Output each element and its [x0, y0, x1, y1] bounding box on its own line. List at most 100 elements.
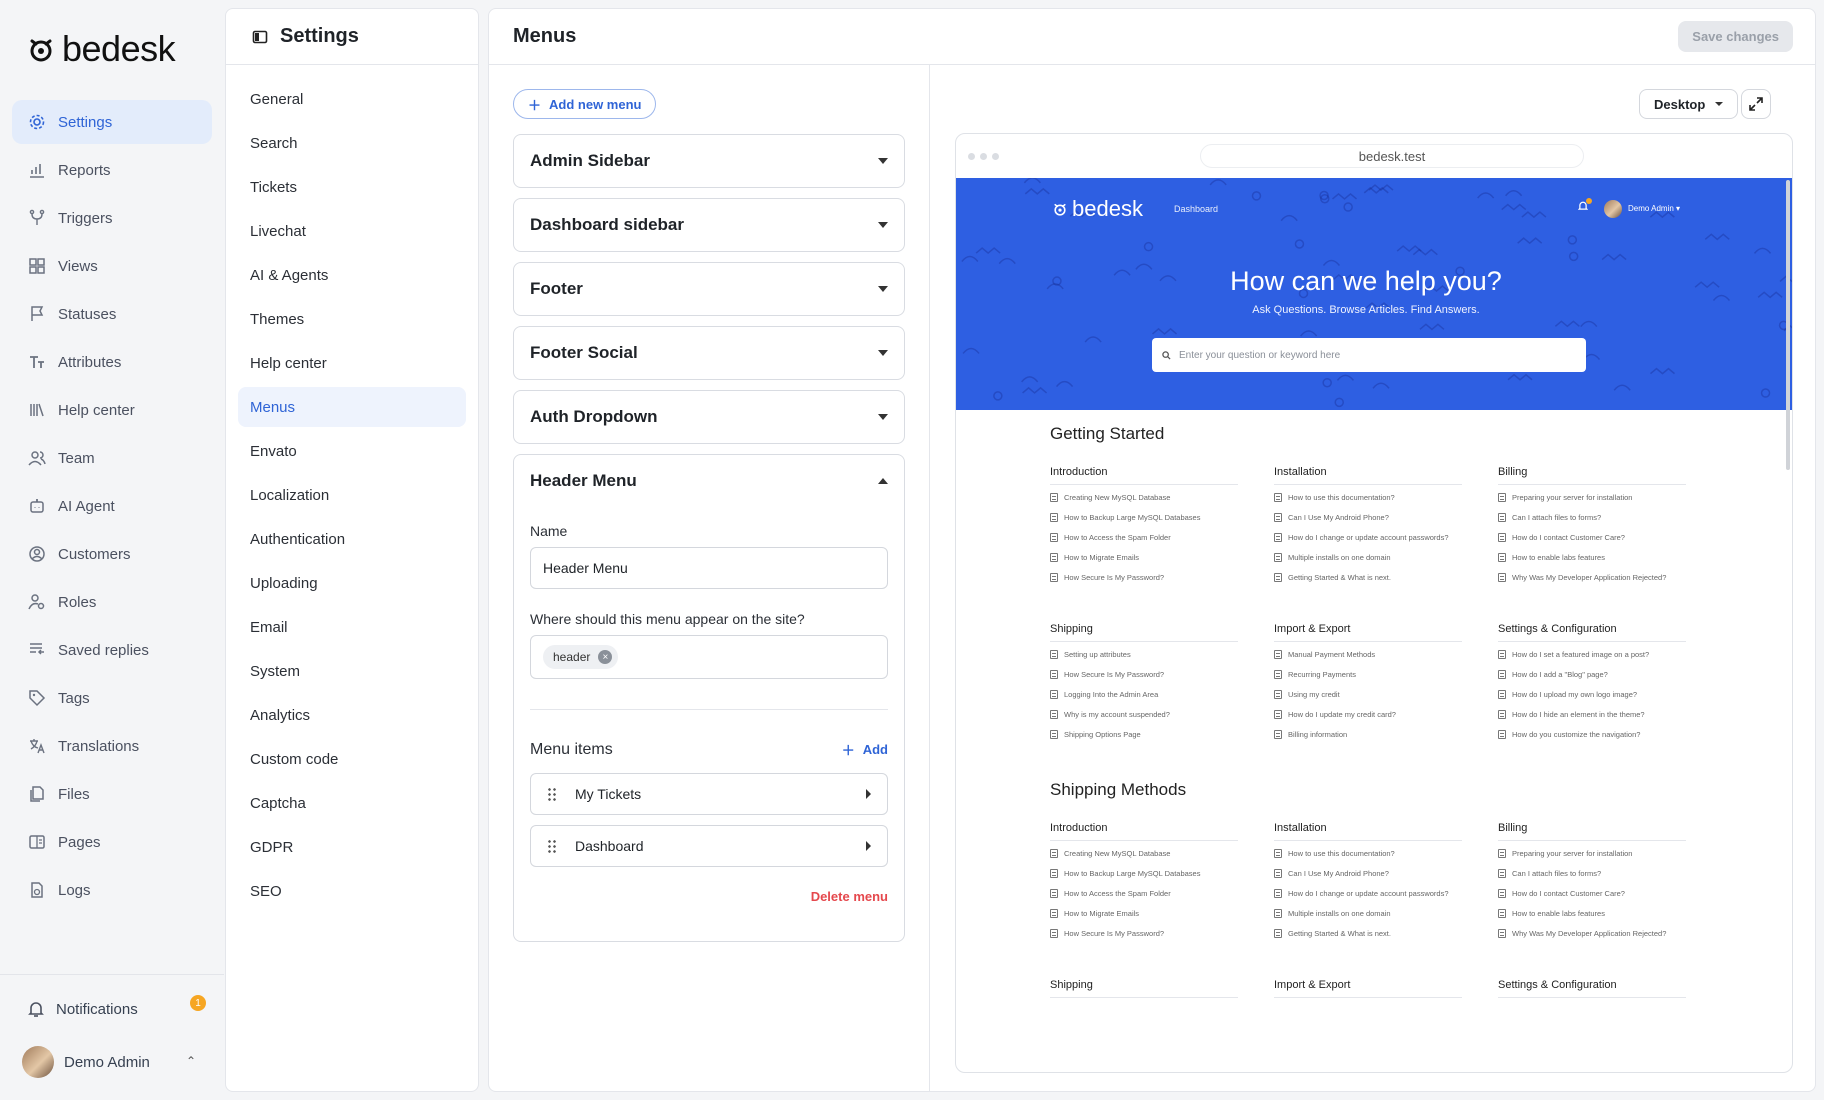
document-icon: [1274, 650, 1282, 659]
drag-handle-icon[interactable]: [547, 839, 557, 853]
settings-item-analytics[interactable]: Analytics: [238, 695, 466, 735]
accordion-header[interactable]: Auth Dropdown: [514, 391, 904, 443]
settings-item-custom-code[interactable]: Custom code: [238, 739, 466, 779]
document-icon: [1274, 670, 1282, 679]
settings-item-seo[interactable]: SEO: [238, 871, 466, 911]
sidebar-item-settings[interactable]: Settings: [12, 100, 212, 144]
sidebar-item-roles[interactable]: Roles: [12, 580, 212, 624]
user-menu[interactable]: Demo Admin: [22, 1046, 150, 1078]
position-select[interactable]: header ×: [530, 635, 888, 679]
article-link: Why Was My Developer Application Rejecte…: [1498, 573, 1686, 583]
settings-item-ai-agents[interactable]: AI & Agents: [238, 255, 466, 295]
settings-item-system[interactable]: System: [238, 651, 466, 691]
settings-item-envato[interactable]: Envato: [238, 431, 466, 471]
article-link: Using my credit: [1274, 690, 1462, 700]
menu-accordion-auth-dropdown[interactable]: Auth Dropdown: [513, 390, 905, 444]
sidebar-item-statuses[interactable]: Statuses: [12, 292, 212, 336]
menus-editor: ＋ Add new menu Admin Sidebar Dashboard si…: [489, 65, 930, 1091]
accordion-header[interactable]: Footer Social: [514, 327, 904, 379]
accordion-header[interactable]: Admin Sidebar: [514, 135, 904, 187]
article-link: How to Backup Large MySQL Databases: [1050, 869, 1238, 879]
menu-title: Header Menu: [530, 471, 637, 490]
sidebar-item-attributes[interactable]: Attributes: [12, 340, 212, 384]
accordion-header[interactable]: Dashboard sidebar: [514, 199, 904, 251]
brand-logo[interactable]: bedesk: [26, 28, 176, 70]
sidebar-item-views[interactable]: Views: [12, 244, 212, 288]
accordion-header[interactable]: Footer: [514, 263, 904, 315]
preview-user-name: Demo Admin ▾: [1628, 204, 1681, 213]
delete-menu-button[interactable]: Delete menu: [530, 889, 888, 904]
notifications-link[interactable]: Notifications: [28, 1000, 208, 1018]
sidebar-item-label: Views: [58, 257, 98, 275]
menu-accordion-footer[interactable]: Footer: [513, 262, 905, 316]
sidebar-item-tags[interactable]: Tags: [12, 676, 212, 720]
document-icon: [1050, 869, 1058, 878]
document-icon: [1050, 849, 1058, 858]
menu-accordion-footer-social[interactable]: Footer Social: [513, 326, 905, 380]
sidebar-item-files[interactable]: Files: [12, 772, 212, 816]
chevron-up-icon[interactable]: ⌃: [186, 1054, 196, 1068]
article-link: How do I contact Customer Care?: [1498, 533, 1686, 543]
menu-name-input[interactable]: Header Menu: [530, 547, 888, 589]
accordion-header[interactable]: Header Menu: [514, 455, 904, 507]
fullscreen-button[interactable]: [1741, 89, 1771, 119]
divider: [530, 709, 888, 710]
sidebar-item-triggers[interactable]: Triggers: [12, 196, 212, 240]
document-icon: [1498, 573, 1506, 582]
sidebar-item-ai-agent[interactable]: AI Agent: [12, 484, 212, 528]
article-title: How do I update my credit card?: [1288, 710, 1396, 719]
preview-category-grid: Shipping Import & Export Settings & Config…: [1050, 979, 1690, 1006]
settings-item-tickets[interactable]: Tickets: [238, 167, 466, 207]
preview-content: Getting Started Introduction Creating New …: [1050, 424, 1690, 1036]
article-title: Multiple installs on one domain: [1288, 909, 1391, 918]
add-menu-item-button[interactable]: ＋ Add: [842, 740, 888, 759]
add-new-menu-button[interactable]: ＋ Add new menu: [513, 89, 657, 119]
article-title: How do I set a featured image on a post?: [1512, 650, 1650, 659]
settings-item-captcha[interactable]: Captcha: [238, 783, 466, 823]
sidebar-item-translations[interactable]: Translations: [12, 724, 212, 768]
menu-accordion-admin-sidebar[interactable]: Admin Sidebar: [513, 134, 905, 188]
sidebar-item-logs[interactable]: Logs: [12, 868, 212, 912]
document-icon: [1274, 909, 1282, 918]
document-icon: [1498, 690, 1506, 699]
add-menu-item-label: Add: [862, 742, 888, 757]
sidebar-item-reports[interactable]: Reports: [12, 148, 212, 192]
sidebar-item-customers[interactable]: Customers: [12, 532, 212, 576]
sidebar-item-pages[interactable]: Pages: [12, 820, 212, 864]
category-title: Settings & Configuration: [1498, 623, 1686, 642]
article-link: Multiple installs on one domain: [1274, 909, 1462, 919]
article-link: How do I set a featured image on a post?: [1498, 650, 1686, 660]
settings-item-help-center[interactable]: Help center: [238, 343, 466, 383]
bedesk-logo-icon: [1054, 203, 1066, 216]
device-label: Desktop: [1654, 96, 1706, 112]
nav-footer-divider: [0, 974, 224, 975]
document-icon: [1050, 533, 1058, 542]
sidebar-toggle-icon[interactable]: [252, 29, 268, 45]
menu-accordion-dashboard-sidebar[interactable]: Dashboard sidebar: [513, 198, 905, 252]
sidebar-item-help-center[interactable]: Help center: [12, 388, 212, 432]
article-link: How to Migrate Emails: [1050, 553, 1238, 563]
menu-item-row[interactable]: My Tickets: [530, 773, 888, 815]
device-select[interactable]: Desktop: [1639, 89, 1739, 119]
save-changes-button[interactable]: Save changes: [1678, 21, 1793, 52]
settings-item-localization[interactable]: Localization: [238, 475, 466, 515]
sidebar-item-saved-replies[interactable]: Saved replies: [12, 628, 212, 672]
menu-item-row[interactable]: Dashboard: [530, 825, 888, 867]
article-title: How to use this documentation?: [1288, 493, 1395, 502]
remove-tag-icon[interactable]: ×: [598, 650, 613, 664]
sidebar-item-team[interactable]: Team: [12, 436, 212, 480]
settings-item-search[interactable]: Search: [238, 123, 466, 163]
sidebar-item-label: Triggers: [58, 209, 113, 227]
menu-items-label: Menu items: [530, 740, 613, 758]
settings-item-general[interactable]: General: [238, 79, 466, 119]
preview-scrollbar: [1786, 180, 1790, 470]
settings-item-authentication[interactable]: Authentication: [238, 519, 466, 559]
notifications-label: Notifications: [56, 1000, 138, 1018]
settings-item-menus[interactable]: Menus: [238, 387, 466, 427]
settings-item-themes[interactable]: Themes: [238, 299, 466, 339]
settings-item-gdpr[interactable]: GDPR: [238, 827, 466, 867]
settings-item-uploading[interactable]: Uploading: [238, 563, 466, 603]
settings-item-livechat[interactable]: Livechat: [238, 211, 466, 251]
settings-item-email[interactable]: Email: [238, 607, 466, 647]
drag-handle-icon[interactable]: [547, 787, 557, 801]
